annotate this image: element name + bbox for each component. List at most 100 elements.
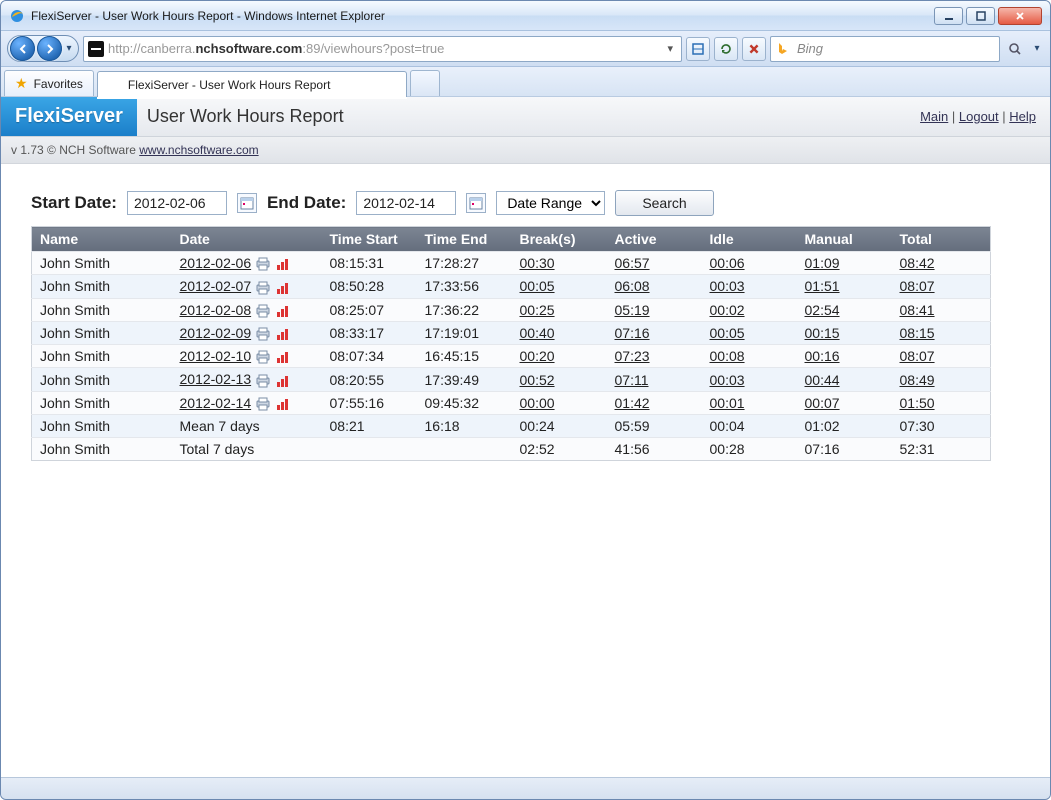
col-name: Name — [32, 227, 172, 252]
value-link[interactable]: 00:25 — [520, 302, 555, 318]
start-date-input[interactable] — [127, 191, 227, 215]
value-link[interactable]: 00:15 — [805, 325, 840, 341]
cell-idle: 00:01 — [702, 391, 797, 414]
value-link[interactable]: 00:03 — [710, 278, 745, 294]
chart-icon[interactable] — [275, 257, 291, 271]
col-time-end: Time End — [417, 227, 512, 252]
value-link[interactable]: 08:07 — [900, 278, 935, 294]
value-link[interactable]: 08:15 — [900, 325, 935, 341]
address-dropdown-icon[interactable]: ▾ — [663, 42, 677, 55]
print-icon[interactable] — [255, 397, 271, 411]
cell-active: 05:19 — [607, 298, 702, 321]
value-link[interactable]: 00:30 — [520, 255, 555, 271]
search-button[interactable]: Search — [615, 190, 713, 216]
date-link[interactable]: 2012-02-06 — [180, 255, 252, 271]
cell-manual: 01:09 — [797, 252, 892, 275]
value-link[interactable]: 00:05 — [520, 278, 555, 294]
address-bar[interactable]: http://canberra.nchsoftware.com:89/viewh… — [83, 36, 682, 62]
cell-date: 2012-02-14 — [172, 391, 322, 414]
value-link[interactable]: 00:07 — [805, 395, 840, 411]
cell-idle: 00:06 — [702, 252, 797, 275]
value-link[interactable]: 00:16 — [805, 348, 840, 364]
chart-icon[interactable] — [275, 397, 291, 411]
search-box[interactable]: Bing — [770, 36, 1000, 62]
chart-icon[interactable] — [275, 327, 291, 341]
value-link[interactable]: 00:02 — [710, 302, 745, 318]
cell-manual: 07:16 — [797, 438, 892, 461]
value-link[interactable]: 00:20 — [520, 348, 555, 364]
print-icon[interactable] — [255, 374, 271, 388]
print-icon[interactable] — [255, 304, 271, 318]
cell-date: Mean 7 days — [172, 415, 322, 438]
search-go-button[interactable] — [1004, 38, 1026, 60]
window-frame: FlexiServer - User Work Hours Report - W… — [0, 0, 1051, 800]
favorites-button[interactable]: ★ Favorites — [4, 70, 94, 96]
value-link[interactable]: 00:00 — [520, 395, 555, 411]
value-link[interactable]: 05:19 — [615, 302, 650, 318]
value-link[interactable]: 07:16 — [615, 325, 650, 341]
value-link[interactable]: 01:09 — [805, 255, 840, 271]
forward-button[interactable] — [37, 36, 62, 61]
link-logout[interactable]: Logout — [959, 109, 999, 124]
value-link[interactable]: 00:08 — [710, 348, 745, 364]
value-link[interactable]: 01:50 — [900, 395, 935, 411]
stop-button[interactable] — [742, 37, 766, 61]
value-link[interactable]: 01:51 — [805, 278, 840, 294]
print-icon[interactable] — [255, 257, 271, 271]
close-button[interactable] — [998, 7, 1042, 25]
chart-icon[interactable] — [275, 304, 291, 318]
content-area: Start Date: End Date: Date Range Search — [1, 164, 1050, 487]
back-button[interactable] — [10, 36, 35, 61]
value-link[interactable]: 00:01 — [710, 395, 745, 411]
chart-icon[interactable] — [275, 350, 291, 364]
value-link[interactable]: 01:42 — [615, 395, 650, 411]
print-icon[interactable] — [255, 350, 271, 364]
new-tab-button[interactable] — [410, 70, 440, 96]
print-icon[interactable] — [255, 327, 271, 341]
link-help[interactable]: Help — [1009, 109, 1036, 124]
value-link[interactable]: 00:40 — [520, 325, 555, 341]
end-calendar-icon[interactable] — [466, 193, 486, 213]
search-dropdown[interactable]: ▾ — [1030, 43, 1044, 54]
start-calendar-icon[interactable] — [237, 193, 257, 213]
value-link[interactable]: 08:42 — [900, 255, 935, 271]
date-link[interactable]: 2012-02-14 — [180, 395, 252, 411]
value-link[interactable]: 00:03 — [710, 372, 745, 388]
value-link[interactable]: 00:05 — [710, 325, 745, 341]
history-dropdown[interactable]: ▾ — [62, 43, 76, 54]
table-row: John Smith2012-02-1008:07:3416:45:1500:2… — [32, 345, 991, 368]
maximize-button[interactable] — [966, 7, 995, 25]
end-date-input[interactable] — [356, 191, 456, 215]
date-range-select[interactable]: Date Range — [496, 191, 605, 215]
value-link[interactable]: 08:07 — [900, 348, 935, 364]
date-link[interactable]: 2012-02-07 — [180, 278, 252, 294]
tab-active[interactable]: FlexiServer - User Work Hours Report — [97, 71, 407, 97]
cell-idle: 00:03 — [702, 275, 797, 298]
date-link[interactable]: 2012-02-09 — [180, 325, 252, 341]
top-links: Main | Logout | Help — [920, 109, 1050, 124]
date-link[interactable]: 2012-02-13 — [180, 371, 252, 387]
minimize-button[interactable] — [934, 7, 963, 25]
value-link[interactable]: 00:52 — [520, 372, 555, 388]
date-link[interactable]: 2012-02-08 — [180, 302, 252, 318]
date-link[interactable]: 2012-02-10 — [180, 348, 252, 364]
compat-view-button[interactable] — [686, 37, 710, 61]
link-main[interactable]: Main — [920, 109, 948, 124]
cell-total: 07:30 — [892, 415, 991, 438]
value-link[interactable]: 06:08 — [615, 278, 650, 294]
value-link[interactable]: 00:44 — [805, 372, 840, 388]
chart-icon[interactable] — [275, 281, 291, 295]
value-link[interactable]: 08:41 — [900, 302, 935, 318]
refresh-button[interactable] — [714, 37, 738, 61]
value-link[interactable]: 02:54 — [805, 302, 840, 318]
start-date-label: Start Date: — [31, 193, 117, 213]
value-link[interactable]: 07:23 — [615, 348, 650, 364]
chart-icon[interactable] — [275, 374, 291, 388]
print-icon[interactable] — [255, 281, 271, 295]
value-link[interactable]: 08:49 — [900, 372, 935, 388]
value-link[interactable]: 00:06 — [710, 255, 745, 271]
value-link[interactable]: 07:11 — [615, 372, 649, 388]
cell-name: John Smith — [32, 391, 172, 414]
vendor-link[interactable]: www.nchsoftware.com — [139, 143, 258, 157]
value-link[interactable]: 06:57 — [615, 255, 650, 271]
